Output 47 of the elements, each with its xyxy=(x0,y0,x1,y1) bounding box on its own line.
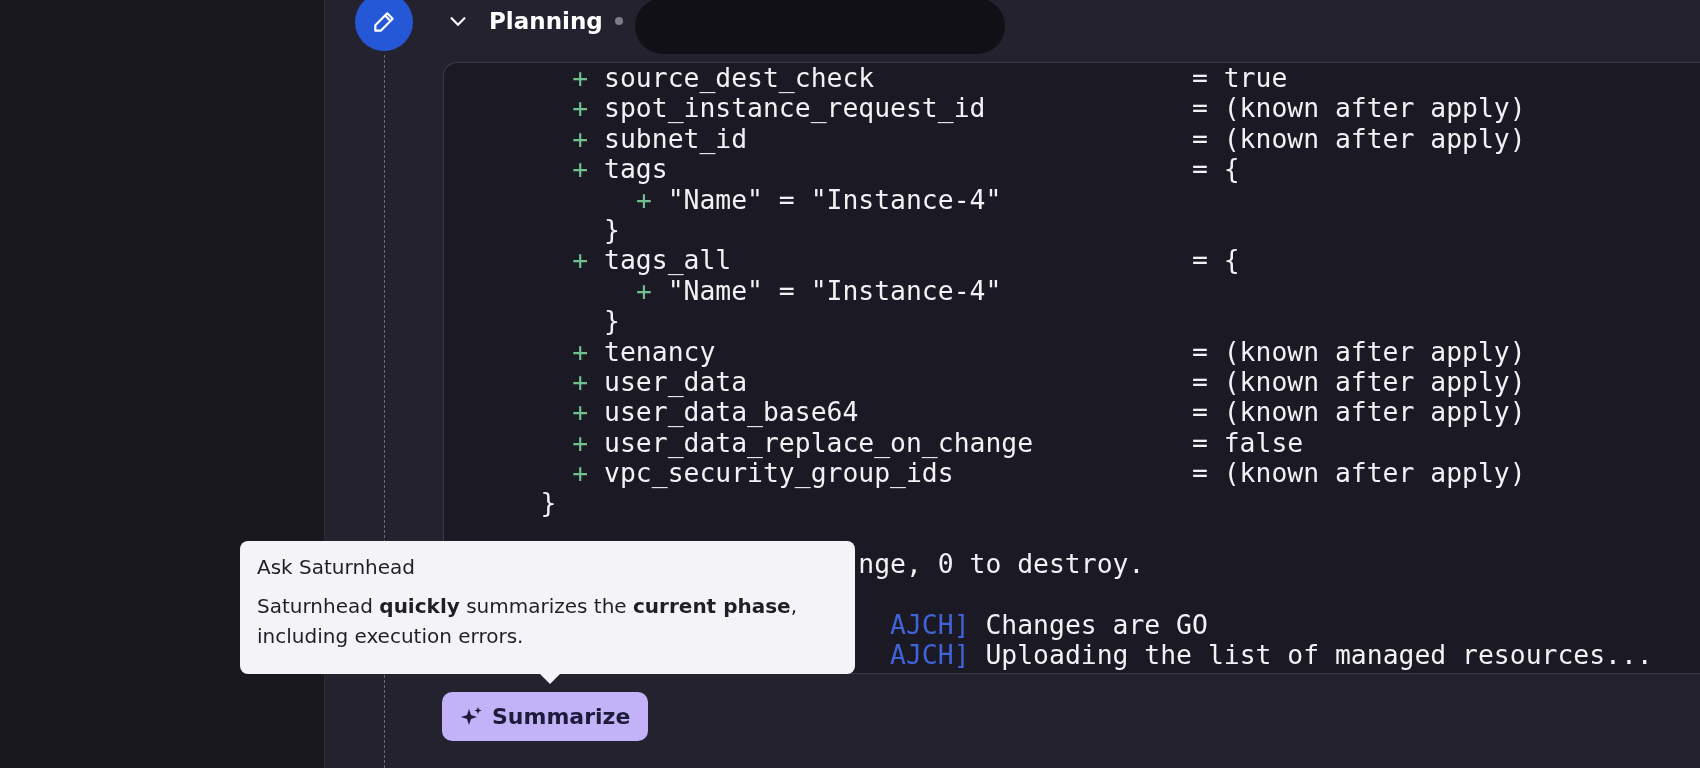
tooltip-text: Saturnhead quickly summarizes the current phase, including execution errors. xyxy=(257,593,799,650)
code-text: } xyxy=(540,487,557,519)
code-value: = (known after apply) xyxy=(1191,457,1526,489)
code-key: user_data_base64 xyxy=(604,397,1192,428)
code-text: "Name" = "Instance-4" xyxy=(667,274,1002,306)
status-dot xyxy=(614,17,623,25)
code-key: user_data xyxy=(604,366,1192,398)
diff-marker: + xyxy=(572,427,590,459)
diff-marker: + xyxy=(572,154,590,185)
code-value: = true xyxy=(1191,63,1288,93)
diff-marker: + xyxy=(572,336,590,367)
tooltip-title: Ask Saturnhead xyxy=(257,555,416,579)
code-key: user_data_replace_on_change xyxy=(604,427,1192,459)
diff-marker: + xyxy=(572,397,590,428)
code-key: tags xyxy=(604,154,1192,185)
code-value: = (known after apply) xyxy=(1191,396,1526,428)
code-text: } xyxy=(604,213,620,245)
code-key: tenancy xyxy=(604,336,1192,367)
code-value: = { xyxy=(1191,244,1240,276)
diff-marker: + xyxy=(572,458,590,489)
log-text: Uploading the list of managed resources... xyxy=(985,639,1653,671)
code-key: vpc_security_group_ids xyxy=(604,458,1192,489)
code-value: = (known after apply) xyxy=(1191,122,1526,154)
diff-marker: + xyxy=(572,245,590,276)
code-text: "Name" = "Instance-4" xyxy=(667,183,1002,215)
code-value: = (known after apply) xyxy=(1191,335,1526,367)
log-tag: AJCH] xyxy=(890,639,970,671)
diff-marker: + xyxy=(635,275,652,307)
diff-marker: + xyxy=(572,366,590,398)
code-key: tags_all xyxy=(604,245,1192,276)
code-text: } xyxy=(604,305,620,337)
code-value: = false xyxy=(1191,426,1304,458)
pencil-icon xyxy=(355,0,413,51)
code-value: = { xyxy=(1191,153,1240,185)
diff-marker: + xyxy=(572,93,590,124)
diff-marker: + xyxy=(572,123,590,155)
code-key: spot_instance_request_id xyxy=(604,93,1192,124)
diff-marker: + xyxy=(572,63,590,94)
summarize-button[interactable]: Summarize xyxy=(442,692,649,741)
code-key: source_dest_check xyxy=(604,63,1192,94)
step-title: Planning xyxy=(489,8,603,34)
code-text: nge, 0 to destroy. xyxy=(858,548,1145,580)
diff-marker: + xyxy=(635,184,652,215)
code-value: = (known after apply) xyxy=(1191,92,1526,124)
log-text: Changes are GO xyxy=(985,609,1208,641)
log-tag: AJCH] xyxy=(890,609,970,641)
code-key: subnet_id xyxy=(604,123,1192,155)
